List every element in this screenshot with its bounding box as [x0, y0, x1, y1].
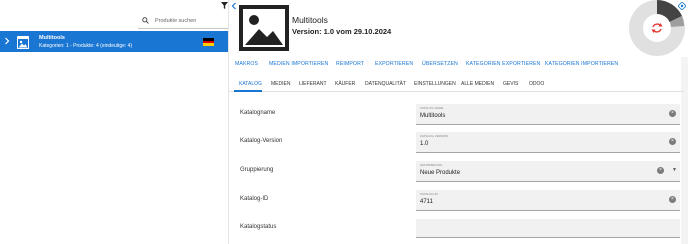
action-bar: MAKROS MEDIEN IMPORTIEREN REIMPORT EXPOR…: [229, 57, 687, 71]
action-kategorien-importieren[interactable]: KATEGORIEN IMPORTIEREN: [545, 61, 618, 67]
label-katalog-version: Katalog-Version: [240, 138, 283, 144]
clear-icon[interactable]: ×: [669, 110, 676, 117]
search-input[interactable]: Produkte suchen: [155, 18, 196, 24]
tab-odoo[interactable]: ODOO: [529, 81, 544, 87]
field-value[interactable]: Multitools: [420, 113, 445, 119]
detail-panel: Multitools Version: 1.0 vom 29.10.2024 M…: [229, 0, 688, 244]
category-stats: Kategorien: 1 - Produkte: 4 (eindeutige:…: [39, 43, 133, 49]
tab-gevis[interactable]: GEVIS: [503, 81, 518, 87]
german-flag-icon: [203, 38, 214, 46]
action-medien-importieren[interactable]: MEDIEN IMPORTIEREN: [269, 61, 328, 67]
category-row[interactable]: Multitools Kategorien: 1 - Produkte: 4 (…: [0, 31, 228, 52]
action-uebersetzen[interactable]: ÜBERSETZEN: [422, 61, 458, 67]
katalogname-field[interactable]: KATALOG-NAME Multitools ×: [416, 104, 680, 125]
search-icon: [142, 17, 149, 24]
tab-medien[interactable]: MEDIEN: [271, 81, 290, 87]
label-gruppierung: Gruppierung: [240, 167, 274, 173]
tab-lieferant[interactable]: LIEFERANT: [299, 81, 327, 87]
clear-icon[interactable]: ×: [657, 167, 664, 174]
dropdown-arrow-icon[interactable]: ▼: [672, 167, 677, 173]
action-kategorien-exportieren[interactable]: KATEGORIEN EXPORTIEREN: [466, 61, 540, 67]
action-makros[interactable]: MAKROS: [235, 61, 258, 67]
katalog-id-field[interactable]: KATALOG-ID 4711 ×: [416, 190, 680, 211]
catalog-title: Multitools: [292, 15, 328, 25]
chevron-left-icon[interactable]: [231, 2, 237, 10]
field-caption: KATALOG-NAME: [420, 106, 444, 110]
clear-icon[interactable]: ×: [669, 196, 676, 203]
catalog-version: Version: 1.0 vom 29.10.2024: [292, 27, 392, 36]
catalog-image-icon: [239, 5, 289, 51]
label-katalog-id: Katalog-ID: [240, 196, 269, 202]
tab-datenqualitaet[interactable]: DATENQUALITÄT: [365, 81, 406, 87]
field-caption: KATALOG-ID: [420, 192, 438, 196]
field-value[interactable]: 4711: [420, 199, 433, 205]
chevron-right-icon[interactable]: [4, 37, 10, 45]
field-caption: GRUPPIERUNG: [420, 163, 443, 167]
katalogstatus-field[interactable]: [416, 219, 680, 238]
app-root: Produkte suchen Multitools Kategorien: 1…: [0, 0, 688, 244]
action-exportieren[interactable]: EXPORTIEREN: [375, 61, 413, 67]
clear-icon[interactable]: ×: [669, 138, 676, 145]
tab-alle-medien[interactable]: ALLE MEDIEN: [461, 81, 494, 87]
left-panel: Produkte suchen Multitools Kategorien: 1…: [0, 0, 228, 244]
tab-einstellungen[interactable]: EINSTELLUNGEN: [414, 81, 456, 87]
image-placeholder-icon: [17, 36, 29, 49]
category-name: Multitools: [39, 35, 65, 41]
field-value[interactable]: 1.0: [420, 141, 428, 147]
label-katalogname: Katalogname: [240, 110, 276, 116]
tab-katalog[interactable]: KATALOG: [239, 81, 262, 87]
gruppierung-select[interactable]: GRUPPIERUNG Neue Produkte × ▼: [416, 161, 680, 182]
active-tab-indicator: [234, 90, 262, 92]
action-reimport[interactable]: REIMPORT: [336, 61, 364, 67]
filter-icon[interactable]: [221, 2, 228, 9]
product-search[interactable]: Produkte suchen: [138, 13, 228, 29]
field-value[interactable]: Neue Produkte: [420, 170, 460, 176]
field-caption: KATALOG-VERSION: [420, 134, 449, 138]
tab-bar: KATALOG MEDIEN LIEFERANT KÄUFER DATENQUA…: [229, 76, 684, 92]
katalog-version-field[interactable]: KATALOG-VERSION 1.0 ×: [416, 132, 680, 153]
label-katalogstatus: Katalogstatus: [240, 224, 277, 230]
tab-kaeufer[interactable]: KÄUFER: [335, 81, 355, 87]
settings-diamond-icon[interactable]: [678, 2, 686, 10]
